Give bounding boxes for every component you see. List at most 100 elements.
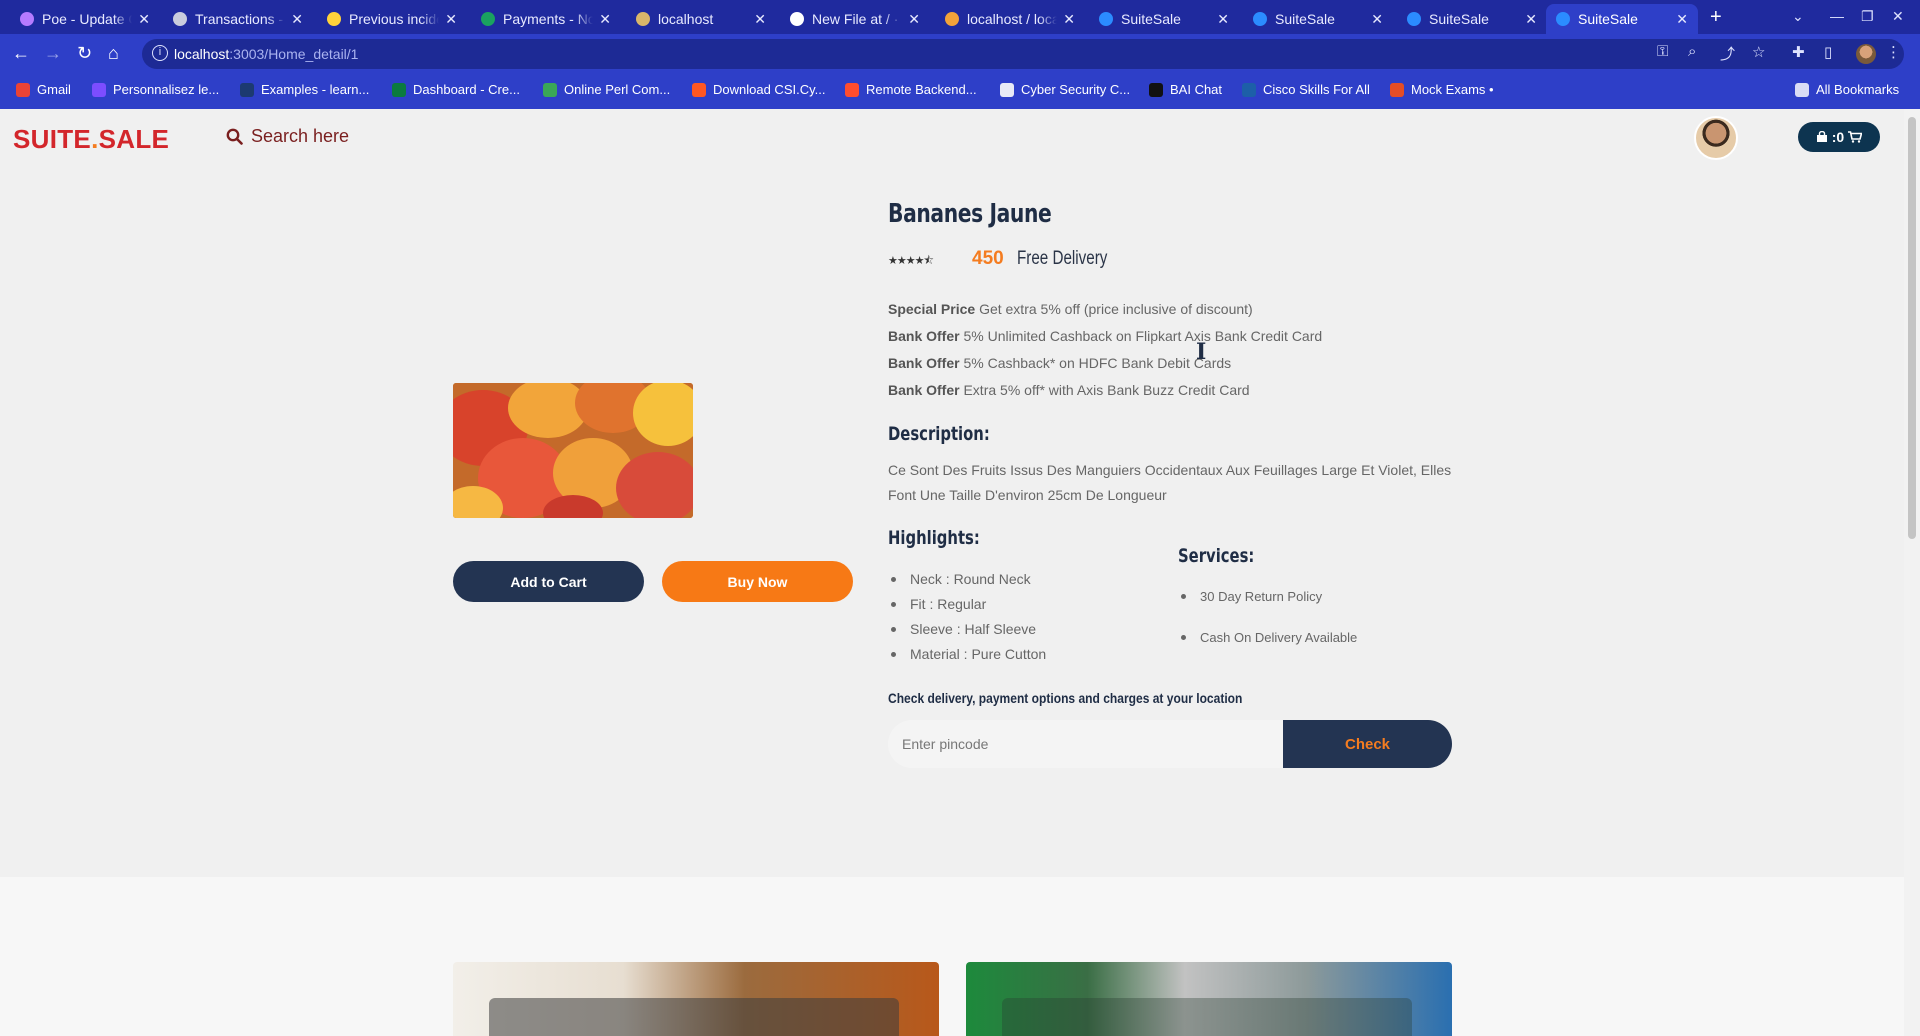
extensions-icon[interactable]: ✚	[1792, 43, 1805, 61]
shopping-bag-icon	[1816, 131, 1827, 142]
close-tab-icon[interactable]: ✕	[1525, 11, 1537, 28]
add-to-cart-button[interactable]: Add to Cart	[453, 561, 644, 602]
bookmark-favicon-icon	[543, 82, 557, 97]
close-tab-icon[interactable]: ✕	[754, 11, 766, 28]
cart-button[interactable]: :0	[1798, 122, 1880, 152]
bookmark-item[interactable]: Cisco Skills For All	[1242, 82, 1370, 97]
offer-line: Bank Offer 5% Cashback* on HDFC Bank Deb…	[888, 355, 1231, 371]
close-tab-icon[interactable]: ✕	[908, 11, 920, 28]
tab-search-chevron-icon[interactable]: ⌄	[1792, 8, 1804, 25]
browser-profile-avatar[interactable]	[1856, 44, 1876, 64]
key-icon[interactable]: ⚿	[1657, 43, 1668, 60]
bookmark-favicon-icon	[1149, 82, 1163, 97]
pincode-input[interactable]	[888, 720, 1284, 768]
services-heading: Services:	[1178, 545, 1255, 567]
browser-tab[interactable]: SuiteSale ✕	[1397, 4, 1547, 34]
github-favicon-icon	[790, 12, 804, 26]
highlight-item: Material : Pure Cutton	[891, 646, 1046, 662]
bookmark-item[interactable]: Online Perl Com...	[543, 82, 670, 97]
browser-tab[interactable]: localhost ✕	[626, 4, 776, 34]
suitesale-favicon-icon	[1253, 12, 1267, 26]
offer-label: Bank Offer	[888, 328, 960, 344]
close-tab-icon[interactable]: ✕	[1371, 11, 1383, 28]
search-icon	[226, 128, 243, 145]
offer-text: 5% Unlimited Cashback on Flipkart Axis B…	[963, 328, 1323, 344]
browser-tab-active[interactable]: SuiteSale ✕	[1546, 4, 1698, 34]
bookmark-item[interactable]: Gmail	[16, 82, 71, 97]
phpmyadmin-favicon-icon	[945, 12, 959, 26]
browser-tab[interactable]: SuiteSale ✕	[1089, 4, 1239, 34]
description-heading: Description:	[888, 423, 990, 445]
rating-stars: ★★★★⯪	[888, 255, 934, 267]
localhost-favicon-icon	[636, 12, 650, 26]
address-bar[interactable]: i localhost:3003/Home_detail/1	[142, 39, 1904, 69]
bookmark-star-icon[interactable]: ☆	[1752, 43, 1765, 61]
bookmark-favicon-icon	[1390, 82, 1404, 97]
browser-tab[interactable]: New File at / · ✕	[780, 4, 930, 34]
service-item: 30 Day Return Policy	[1181, 589, 1322, 604]
suitesale-favicon-icon	[1407, 12, 1421, 26]
highlight-item: Fit : Regular	[891, 596, 986, 612]
share-icon[interactable]: ⤴	[1720, 43, 1735, 64]
offer-line: Special Price Get extra 5% off (price in…	[888, 301, 1253, 317]
bookmark-item[interactable]: Dashboard - Cre...	[392, 82, 520, 97]
reload-icon[interactable]: ↻	[77, 43, 92, 64]
back-arrow-icon[interactable]: ←	[12, 43, 30, 64]
zoom-icon[interactable]: ⌕	[1688, 43, 1696, 60]
bookmark-item[interactable]: Cyber Security C...	[1000, 82, 1130, 97]
browser-tab[interactable]: localhost / loca ✕	[935, 4, 1085, 34]
offer-text: 5% Cashback* on HDFC Bank Debit Cards	[963, 355, 1232, 371]
bookmark-item[interactable]: Personnalisez le...	[92, 82, 219, 97]
bookmark-item[interactable]: Examples - learn...	[240, 82, 369, 97]
close-tab-icon[interactable]: ✕	[1676, 11, 1688, 28]
site-info-icon[interactable]: i	[152, 45, 168, 61]
site-logo[interactable]: SUITE.SALE	[13, 124, 169, 155]
home-icon[interactable]: ⌂	[108, 43, 119, 64]
close-window-icon[interactable]: ✕	[1892, 8, 1904, 25]
url-path: :3003/Home_detail/1	[229, 46, 359, 62]
bookmark-favicon-icon	[845, 82, 859, 97]
browser-tab[interactable]: Payments - No ✕	[471, 4, 621, 34]
bolt-favicon-icon	[327, 12, 341, 26]
url-text: localhost:3003/Home_detail/1	[174, 46, 358, 62]
bookmark-item[interactable]: BAI Chat	[1149, 82, 1222, 97]
offer-text: Get extra 5% off (price inclusive of dis…	[979, 301, 1253, 317]
bookmark-item[interactable]: Mock Exams •	[1390, 82, 1494, 97]
browser-tab[interactable]: SuiteSale ✕	[1243, 4, 1393, 34]
all-bookmarks[interactable]: All Bookmarks	[1795, 82, 1899, 97]
restore-icon[interactable]: ❐	[1861, 8, 1874, 25]
delivery-info: Free Delivery	[1017, 248, 1108, 269]
cart-icon	[1848, 131, 1863, 143]
tab-strip: Poe - Update C ✕ Transactions - ✕ Previous…	[0, 0, 1920, 34]
scrollbar-thumb[interactable]	[1908, 117, 1916, 539]
minimize-icon[interactable]: —	[1830, 8, 1844, 24]
bookmark-item[interactable]: Download CSI.Cy...	[692, 82, 825, 97]
description-text: Ce Sont Des Fruits Issus Des Manguiers O…	[888, 462, 1452, 503]
related-thumbnail[interactable]	[453, 962, 939, 1036]
buy-now-button[interactable]: Buy Now	[662, 561, 853, 602]
new-tab-button[interactable]: +	[1710, 6, 1722, 29]
browser-tab[interactable]: Poe - Update C ✕	[10, 4, 160, 34]
highlight-item: Neck : Round Neck	[891, 571, 1031, 587]
close-tab-icon[interactable]: ✕	[599, 11, 611, 28]
menu-dots-icon[interactable]: ⋮	[1886, 43, 1901, 61]
side-panel-icon[interactable]: ▯	[1824, 43, 1832, 61]
related-thumbnail[interactable]	[966, 962, 1452, 1036]
browser-tab[interactable]: Transactions - ✕	[163, 4, 313, 34]
close-tab-icon[interactable]: ✕	[291, 11, 303, 28]
mango-photo	[453, 383, 693, 518]
close-tab-icon[interactable]: ✕	[1217, 11, 1229, 28]
cart-count: :0	[1831, 129, 1845, 145]
highlight-item: Sleeve : Half Sleeve	[891, 621, 1036, 637]
page-scrollbar[interactable]	[1904, 109, 1920, 1036]
user-avatar[interactable]	[1694, 116, 1738, 160]
browser-tab[interactable]: Previous incide ✕	[317, 4, 467, 34]
close-tab-icon[interactable]: ✕	[138, 11, 150, 28]
forward-arrow-icon[interactable]: →	[44, 43, 62, 64]
offer-line: Bank Offer 5% Unlimited Cashback on Flip…	[888, 328, 1322, 344]
close-tab-icon[interactable]: ✕	[445, 11, 457, 28]
bookmark-item[interactable]: Remote Backend...	[845, 82, 977, 97]
search-bar[interactable]: Search here	[226, 126, 349, 147]
close-tab-icon[interactable]: ✕	[1063, 11, 1075, 28]
check-button[interactable]: Check	[1283, 720, 1452, 768]
